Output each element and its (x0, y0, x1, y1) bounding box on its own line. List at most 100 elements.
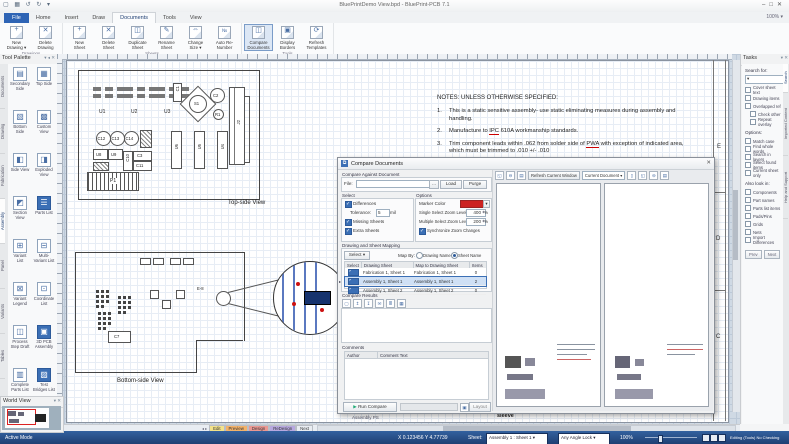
results-icon-list[interactable]: ≣ (386, 299, 395, 308)
next-button[interactable]: Next (764, 250, 781, 259)
marker-color-swatch[interactable] (460, 200, 484, 208)
load-button[interactable]: Load (440, 180, 462, 189)
ribbon-button[interactable]: Display Borders (273, 24, 302, 51)
map-by-sheet-radio[interactable] (451, 252, 458, 259)
palette-tool[interactable]: Coordinate List (32, 279, 56, 322)
search-input[interactable]: ▾ (745, 75, 784, 84)
palette-tool[interactable]: Top Side (32, 64, 56, 107)
marker-color-dropdown-icon[interactable]: ▾ (483, 200, 490, 208)
tool-palette-header-icons[interactable]: ▾ ◂ ✕ (44, 55, 55, 64)
palette-tool[interactable]: Parts List (32, 193, 56, 236)
run-compare-button[interactable]: ▶ Run Compare (343, 402, 397, 412)
zoom-slider-thumb[interactable] (658, 435, 663, 443)
world-view-thumbnail[interactable] (2, 406, 61, 430)
single-zoom-spinner[interactable]: 400 (466, 209, 486, 217)
palette-category-tab[interactable]: Fabrication (0, 154, 5, 199)
multi-zoom-spinner[interactable]: 200 (466, 218, 486, 226)
tab-home[interactable]: Home (29, 13, 58, 23)
dialog-close-icon[interactable]: ✕ (706, 160, 711, 166)
chart-icon[interactable]: ▤ (517, 171, 526, 180)
also-look-checkbox[interactable]: Parts list items (745, 204, 783, 212)
ribbon-button[interactable]: Delete Drawing (31, 24, 60, 51)
palette-category-tab[interactable]: Tables (0, 334, 5, 379)
ribbon-button[interactable]: Compare Documents (244, 24, 273, 51)
canvas-vertical-scrollbar-thumb[interactable] (733, 190, 738, 260)
palette-tool[interactable]: Variant Legend (8, 279, 32, 322)
also-look-checkbox[interactable]: Pads/Pins (745, 212, 783, 220)
palette-category-tab[interactable]: Assembly (0, 199, 5, 244)
ribbon-button[interactable]: New Drawing ▾ (2, 24, 31, 51)
prev-button[interactable]: Prev (745, 250, 762, 259)
tasks-header-icons[interactable]: ▾ ✕ (781, 55, 788, 64)
zoom-fit-icon[interactable]: ◱ (638, 171, 647, 180)
tab-draw[interactable]: Draw (85, 13, 112, 23)
results-icon-select[interactable]: ▢ (342, 299, 351, 308)
browse-button[interactable]: ... (429, 180, 439, 189)
preview-toolbar[interactable]: ◱ ⊖ ▤ Refresh Current Window Current Doc… (495, 171, 711, 179)
layout-toggle-icon[interactable] (702, 434, 710, 442)
top-side-board-outline[interactable]: U1 U2 U3 C1 S1 C2 R1 J2 C12 C13 C14 U6 U… (78, 70, 260, 200)
results-icon-next[interactable]: ↧ (364, 299, 373, 308)
palette-category-tab[interactable]: Drawing (0, 109, 5, 154)
zoom-slider-track[interactable] (645, 437, 697, 438)
ribbon-button[interactable]: Delete Sheet (94, 24, 123, 51)
palette-category-tab[interactable]: Documents (0, 64, 5, 109)
layout-toggle-icon[interactable] (718, 434, 726, 442)
purge-button[interactable]: Purge (463, 180, 487, 189)
ribbon-button[interactable]: Duplicate Sheet (123, 24, 152, 51)
tab-insert[interactable]: Insert (58, 13, 86, 23)
ribbon-button[interactable]: New Sheet (65, 24, 94, 51)
sync-zoom-checkbox[interactable] (419, 228, 426, 235)
also-look-checkbox[interactable]: Part names (745, 196, 783, 204)
sheet-selector[interactable]: Assembly 1 : Sheet 1 ▾ (486, 433, 548, 444)
tab-file[interactable]: File (4, 13, 29, 23)
row-checkbox[interactable] (348, 269, 359, 276)
tab-tools[interactable]: Tools (156, 13, 183, 23)
palette-tool[interactable]: Process Step Draft (8, 322, 32, 365)
tolerance-input[interactable]: 5 (376, 209, 390, 217)
map-by-drawing-radio[interactable] (416, 252, 423, 259)
palette-category-tab[interactable]: Variants (0, 289, 5, 334)
comments-list[interactable] (344, 358, 489, 400)
extra-sheets-checkbox[interactable] (345, 228, 352, 235)
mapping-table-row[interactable]: Fabrication 1, Sheet 1 Fabrication 1, Sh… (345, 268, 486, 277)
results-icon-prev[interactable]: ↥ (353, 299, 362, 308)
differences-checkbox[interactable] (345, 201, 352, 208)
palette-tool[interactable]: Exploded View (32, 150, 56, 193)
preview-document-combo[interactable]: Current Document ▾ (582, 171, 625, 180)
close-icon[interactable]: ✕ (777, 2, 786, 8)
palette-tool[interactable]: Variant List (8, 236, 32, 279)
search-scope-checkbox[interactable]: Overlapped ref (745, 102, 783, 110)
also-look-checkbox[interactable]: Components (745, 188, 783, 196)
tab-view[interactable]: View (183, 13, 209, 23)
search-scope-checkbox[interactable]: Cover sheet text (745, 86, 783, 94)
results-icon-grid[interactable]: ▦ (397, 299, 406, 308)
tasks-tab-search[interactable]: Search (783, 64, 788, 93)
tasks-tab-imported-content[interactable]: Imported Content (783, 93, 788, 156)
palette-tool[interactable]: Secondary Side (8, 64, 32, 107)
results-icon-export[interactable]: ✉ (375, 299, 384, 308)
search-scope-checkbox[interactable]: Drawing items (745, 94, 783, 102)
world-view-viewport-indicator[interactable] (7, 409, 36, 425)
mapping-table-row[interactable]: Assembly 1, Sheet 1 Assembly 1, Sheet 1 … (345, 277, 486, 286)
file-input[interactable] (356, 180, 430, 188)
dialog-title-bar[interactable]: ⧉ Compare Documents ✕ (338, 158, 714, 170)
palette-category-tab[interactable]: Panel (0, 244, 5, 289)
missing-sheets-checkbox[interactable] (345, 219, 352, 226)
window-controls[interactable]: –□✕ (762, 1, 786, 8)
palette-tool[interactable]: Bottom Side (8, 107, 32, 150)
compare-results-list[interactable] (341, 308, 492, 343)
mapping-select-button[interactable]: Select ▾ (344, 251, 370, 260)
preview-page-compared[interactable] (604, 183, 709, 407)
palette-tool[interactable]: Custom View (32, 107, 56, 150)
refresh-preview-button[interactable]: Refresh Current Window (528, 171, 580, 180)
ribbon-button[interactable]: Auto Re- Number (210, 24, 239, 51)
ribbon-zoom-control[interactable]: 100% ▾ (766, 14, 783, 20)
preview-page-current[interactable] (496, 183, 601, 407)
palette-tool[interactable]: Side View (8, 150, 32, 193)
zoom-out-icon[interactable]: ⊖ (649, 171, 658, 180)
also-look-checkbox[interactable]: Grids (745, 220, 783, 228)
ribbon-button[interactable]: Refresh Templates (302, 24, 331, 51)
tab-documents[interactable]: Documents (112, 12, 156, 23)
maximize-icon[interactable]: □ (769, 2, 777, 8)
